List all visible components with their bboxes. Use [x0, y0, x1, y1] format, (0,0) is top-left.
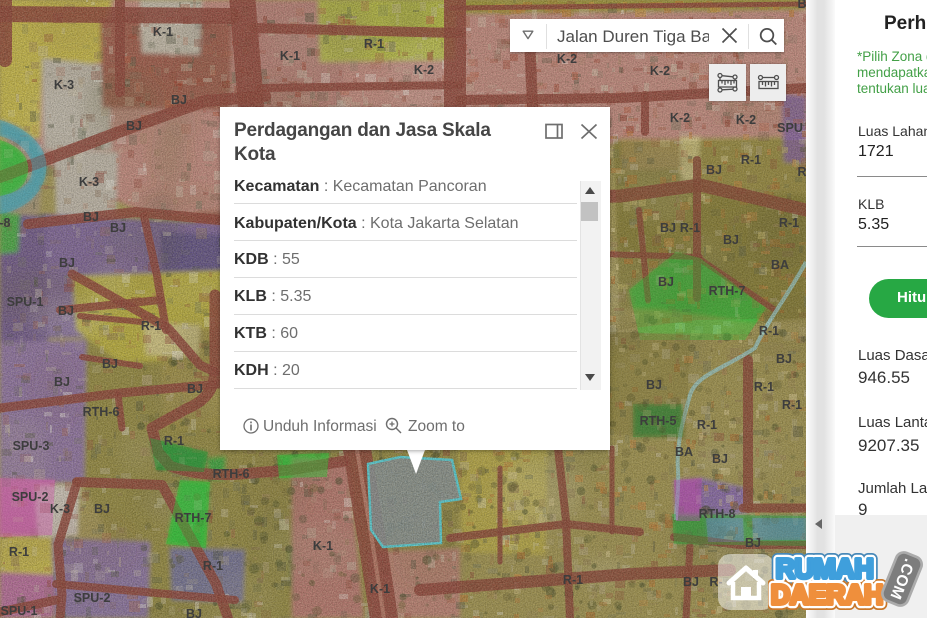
svg-text:K-2: K-2	[414, 63, 434, 77]
svg-text:BA: BA	[675, 445, 693, 459]
svg-text:RTH-5: RTH-5	[640, 414, 677, 428]
svg-text:R-1: R-1	[782, 398, 802, 412]
svg-text:BJ: BJ	[706, 163, 722, 177]
svg-text:SPU: SPU	[777, 121, 803, 135]
svg-text:R-1: R-1	[779, 216, 799, 230]
svg-text:RTH-8: RTH-8	[0, 216, 10, 230]
svg-text:K-3: K-3	[79, 175, 99, 189]
svg-text:BJ: BJ	[83, 210, 99, 224]
svg-text:BJ: BJ	[683, 575, 699, 589]
svg-text:BJ: BJ	[776, 352, 792, 366]
svg-text:K-2: K-2	[670, 111, 690, 125]
svg-text:K-1: K-1	[370, 582, 390, 596]
svg-text:R-1: R-1	[164, 434, 184, 448]
svg-text:BJ: BJ	[171, 93, 187, 107]
svg-text:K-2: K-2	[736, 113, 756, 127]
svg-text:K-3: K-3	[54, 78, 74, 92]
svg-text:R-1: R-1	[754, 380, 774, 394]
svg-text:BA: BA	[771, 258, 789, 272]
svg-text:K-3: K-3	[50, 502, 70, 516]
svg-text:RTH-6: RTH-6	[213, 467, 250, 481]
svg-text:RTH-8: RTH-8	[699, 507, 736, 521]
svg-text:BJ: BJ	[187, 382, 203, 396]
svg-text:R-1: R-1	[364, 37, 384, 51]
svg-text:R-1: R-1	[141, 319, 161, 333]
svg-text:RTH-6: RTH-6	[83, 405, 120, 419]
svg-text:BJ: BJ	[59, 256, 75, 270]
svg-text:BJ: BJ	[126, 119, 142, 133]
svg-text:SPU-1: SPU-1	[1, 604, 38, 618]
svg-text:R-1: R-1	[759, 324, 779, 338]
svg-text:K-1: K-1	[313, 539, 333, 553]
svg-text:BJ: BJ	[54, 375, 70, 389]
svg-text:BJ: BJ	[94, 502, 110, 516]
svg-text:RTH-7: RTH-7	[175, 511, 212, 525]
svg-text:BJ: BJ	[658, 275, 674, 289]
svg-text:K-1: K-1	[153, 25, 173, 39]
svg-text:DAERAH: DAERAH	[771, 578, 883, 610]
svg-text:R-1: R-1	[680, 221, 700, 235]
svg-text:BJ: BJ	[58, 304, 74, 318]
svg-text:R-1: R-1	[563, 573, 583, 587]
svg-text:R-1: R-1	[9, 545, 29, 559]
svg-text:BJ: BJ	[646, 378, 662, 392]
svg-text:SPU-2: SPU-2	[12, 490, 49, 504]
svg-text:BJ: BJ	[660, 221, 676, 235]
svg-text:BJ: BJ	[102, 357, 118, 371]
svg-text:SPU-3: SPU-3	[13, 439, 50, 453]
svg-text:BJ: BJ	[186, 607, 202, 618]
svg-text:RTH-7: RTH-7	[709, 284, 746, 298]
svg-text:BJ: BJ	[745, 536, 761, 550]
svg-text:R-1: R-1	[697, 418, 717, 432]
svg-text:SPU-2: SPU-2	[74, 591, 111, 605]
svg-text:K-2: K-2	[557, 52, 577, 66]
svg-text:K-1: K-1	[280, 49, 300, 63]
svg-text:R-1: R-1	[203, 559, 223, 573]
svg-text:SPU-1: SPU-1	[7, 295, 44, 309]
svg-text:K-2: K-2	[650, 64, 670, 78]
svg-text:R-1: R-1	[741, 153, 761, 167]
svg-text:BJ: BJ	[723, 233, 739, 247]
svg-text:BJ: BJ	[110, 221, 126, 235]
svg-text:BJ: BJ	[712, 452, 728, 466]
